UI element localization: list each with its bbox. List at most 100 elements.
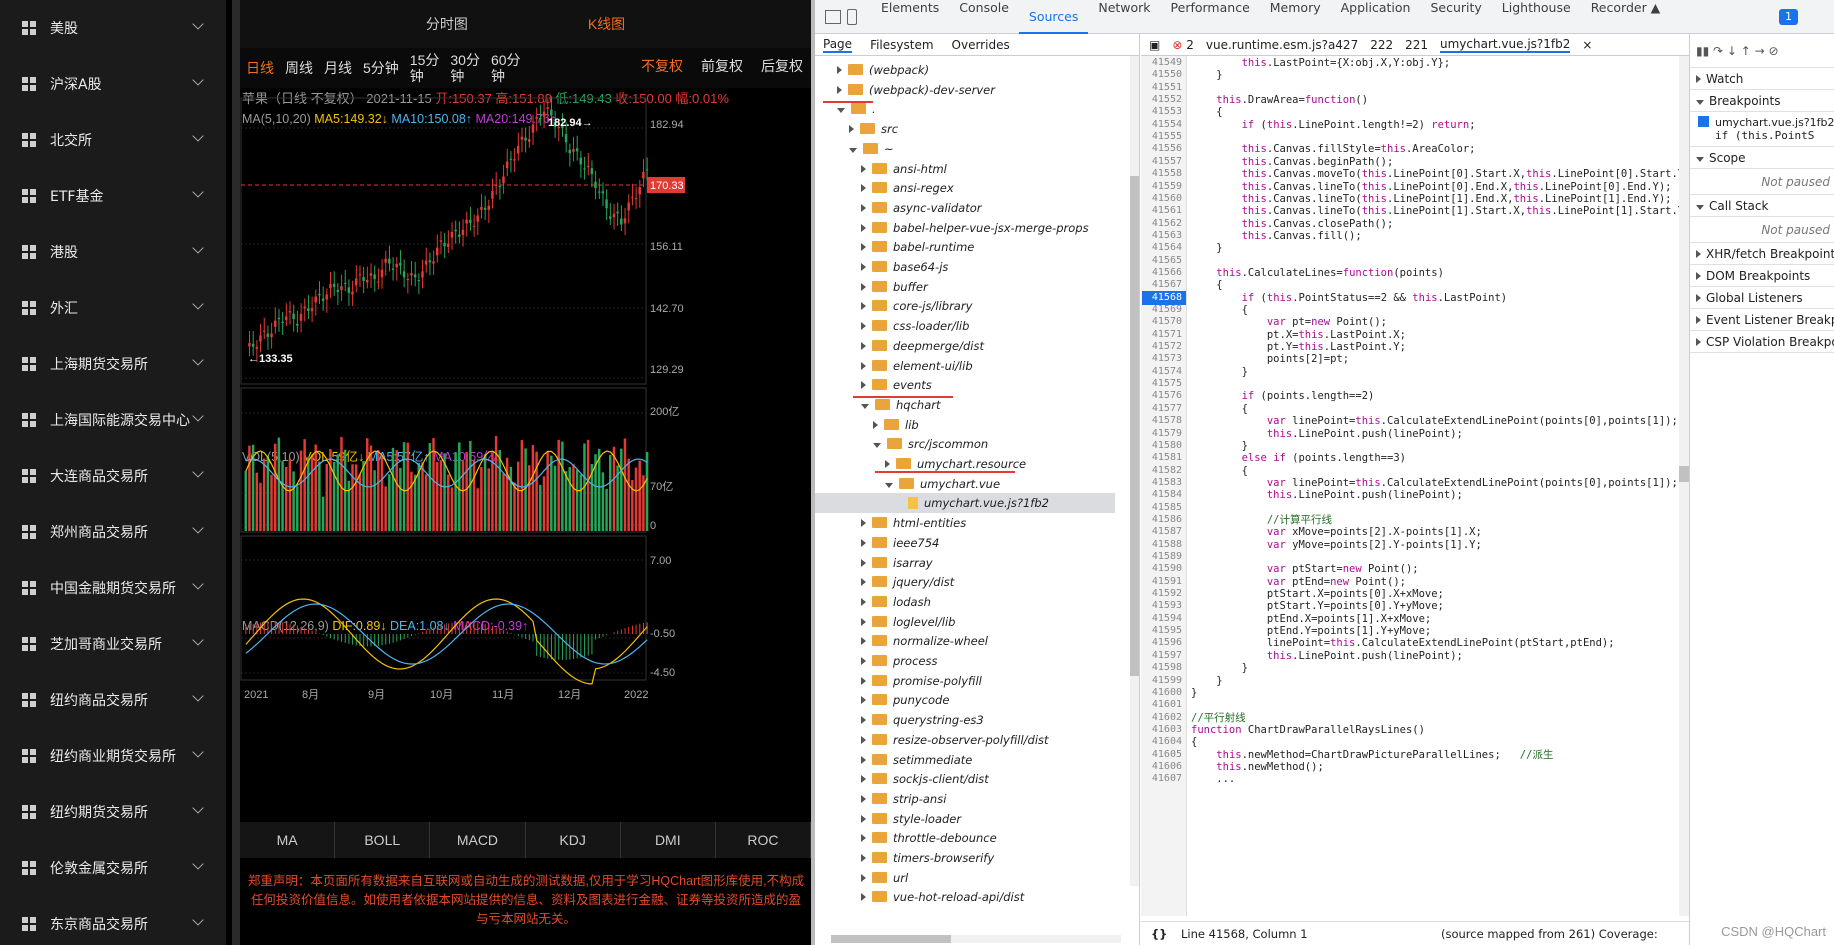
file-tree-item[interactable]: buffer: [815, 277, 928, 297]
device-toggle-icon[interactable]: [847, 8, 857, 25]
editor-tab-2[interactable]: 221: [1405, 38, 1428, 52]
sidebar-item-16[interactable]: 东京商品交易所: [0, 896, 226, 945]
devtools-tab-7[interactable]: Security: [1420, 0, 1491, 34]
code-line[interactable]: }: [1191, 365, 1248, 379]
collapsed-arrow-icon[interactable]: [861, 302, 866, 311]
line-number-gutter[interactable]: 41549 41550 41551 41552 41553 41554 41555 41556…: [1141, 56, 1187, 916]
devtools-tab-4[interactable]: Performance: [1161, 0, 1260, 34]
file-tree-item[interactable]: ieee754: [815, 533, 939, 553]
code-line[interactable]: if (this.LinePoint.length!=2) return;: [1191, 118, 1476, 132]
file-tree-item[interactable]: resize-observer-polyfill/dist: [815, 730, 1049, 750]
expanded-arrow-icon[interactable]: [873, 443, 881, 449]
collapsed-arrow-icon[interactable]: [837, 66, 842, 74]
sidebar-item-7[interactable]: 上海国际能源交易中心: [0, 392, 226, 448]
collapsed-arrow-icon[interactable]: [861, 282, 866, 291]
collapsed-arrow-icon[interactable]: [861, 203, 866, 212]
file-tree-item[interactable]: html-entities: [815, 513, 966, 533]
indicator-tab-roc[interactable]: ROC: [716, 822, 812, 858]
sidebar-item-14[interactable]: 纽约期货交易所: [0, 784, 226, 840]
format-icon[interactable]: {}: [1151, 922, 1167, 945]
indicator-tab-macd[interactable]: MACD: [430, 822, 526, 858]
file-tree-item[interactable]: lodash: [815, 592, 931, 612]
code-line[interactable]: var yMove=points[2].Y-points[1].Y;: [1191, 538, 1482, 552]
sidebar-item-0[interactable]: 美股: [0, 0, 226, 56]
sidebar-item-1[interactable]: 沪深A股: [0, 56, 226, 112]
rights-option-1[interactable]: 前复权: [701, 56, 743, 76]
file-tree-item[interactable]: (webpack): [815, 60, 929, 80]
file-tree-item[interactable]: vue-hot-reload-api/dist: [815, 887, 1024, 907]
code-line[interactable]: this.CalculateLines=function(points): [1191, 266, 1444, 280]
collapsed-arrow-icon[interactable]: [873, 420, 878, 429]
file-tree-item[interactable]: src/jscommon: [815, 434, 988, 454]
collapsed-arrow-icon[interactable]: [861, 775, 866, 784]
breakpoints-section[interactable]: Breakpoints: [1690, 90, 1834, 112]
collapsed-arrow-icon[interactable]: [861, 322, 866, 331]
devtools-tab-5[interactable]: Memory: [1260, 0, 1331, 34]
period-5[interactable]: 30分 钟: [450, 52, 480, 84]
indicator-tab-kdj[interactable]: KDJ: [526, 822, 621, 858]
indicator-tab-boll[interactable]: BOLL: [335, 822, 431, 858]
navigator-hscrollbar[interactable]: [831, 935, 1121, 943]
collapsed-arrow-icon[interactable]: [885, 460, 890, 468]
collapsed-arrow-icon[interactable]: [1696, 338, 1701, 346]
expanded-arrow-icon[interactable]: [849, 147, 857, 153]
collapsed-arrow-icon[interactable]: [861, 243, 866, 252]
collapsed-arrow-icon[interactable]: [1696, 75, 1701, 83]
period-2[interactable]: 月线: [324, 60, 352, 76]
file-tree-item[interactable]: ~: [815, 139, 894, 159]
file-tree-item[interactable]: loglevel/lib: [815, 612, 955, 632]
code-line[interactable]: ...: [1191, 772, 1235, 786]
file-tree-item[interactable]: strip-ansi: [815, 789, 946, 809]
breakpoint-checkbox[interactable]: [1698, 116, 1709, 127]
file-tree-item[interactable]: ansi-html: [815, 159, 947, 179]
file-tree-item[interactable]: sockjs-client/dist: [815, 769, 989, 789]
expanded-arrow-icon[interactable]: [1696, 100, 1704, 105]
file-tree-item[interactable]: src: [815, 119, 898, 139]
collapsed-arrow-icon[interactable]: [861, 893, 866, 902]
sidebar-item-3[interactable]: ETF基金: [0, 168, 226, 224]
collapsed-arrow-icon[interactable]: [861, 538, 866, 547]
file-tree-item[interactable]: process: [815, 651, 937, 671]
sidebar-item-10[interactable]: 中国金融期货交易所: [0, 560, 226, 616]
collapsed-arrow-icon[interactable]: [861, 519, 866, 528]
devtools-tab-6[interactable]: Application: [1331, 0, 1421, 34]
kline-chart-canvas[interactable]: 170.33 182.94 156.11 142.70 129.29 182.94→ ←13…: [240, 88, 811, 822]
collapsed-arrow-icon[interactable]: [861, 873, 866, 882]
collapsed-arrow-icon[interactable]: [861, 381, 866, 390]
file-tree-item[interactable]: punycode: [815, 690, 949, 710]
collapsed-arrow-icon[interactable]: [861, 617, 866, 626]
file-tree-item[interactable]: (webpack)-dev-server: [815, 80, 995, 100]
sidebar-toggle-icon[interactable]: ▣: [1149, 38, 1160, 52]
collapsed-arrow-icon[interactable]: [861, 755, 866, 764]
devtools-tab-2[interactable]: Sources: [1018, 0, 1089, 34]
collapsed-arrow-icon[interactable]: [1696, 272, 1701, 280]
collapsed-arrow-icon[interactable]: [861, 164, 866, 173]
collapsed-arrow-icon[interactable]: [861, 676, 866, 685]
collapsed-arrow-icon[interactable]: [861, 814, 866, 823]
editor-scrollbar[interactable]: [1679, 56, 1689, 916]
file-tree-item[interactable]: umychart.vue: [815, 474, 1000, 494]
file-tree-item[interactable]: async-validator: [815, 198, 981, 218]
file-tree-item[interactable]: css-loader/lib: [815, 316, 969, 336]
collapsed-arrow-icon[interactable]: [861, 657, 866, 665]
collapsed-arrow-icon[interactable]: [861, 578, 866, 587]
file-tree-item[interactable]: setimmediate: [815, 750, 972, 770]
file-tree-item[interactable]: url: [815, 868, 908, 888]
expanded-arrow-icon[interactable]: [1696, 157, 1704, 162]
indicator-tab-dmi[interactable]: DMI: [621, 822, 716, 858]
file-tree-item[interactable]: umychart.vue.js?1fb2: [815, 493, 1115, 514]
csp-violation-breakpoints-section[interactable]: CSP Violation Breakpoints: [1690, 331, 1834, 353]
collapsed-arrow-icon[interactable]: [861, 854, 866, 862]
devtools-tab-9[interactable]: Recorder ▲: [1581, 0, 1671, 34]
collapsed-arrow-icon[interactable]: [861, 696, 866, 705]
collapsed-arrow-icon[interactable]: [861, 834, 866, 843]
file-tree-item[interactable]: jquery/dist: [815, 572, 954, 592]
navigator-tab-1[interactable]: Filesystem: [870, 38, 933, 52]
file-tree-item[interactable]: ansi-regex: [815, 178, 954, 198]
collapsed-arrow-icon[interactable]: [861, 794, 866, 803]
tab-minute-chart[interactable]: 分时图: [426, 14, 468, 34]
code-line[interactable]: }: [1191, 68, 1222, 82]
code-line[interactable]: }: [1191, 686, 1197, 700]
line-number[interactable]: 41607: [1152, 772, 1182, 786]
rights-option-0[interactable]: 不复权: [641, 56, 683, 76]
